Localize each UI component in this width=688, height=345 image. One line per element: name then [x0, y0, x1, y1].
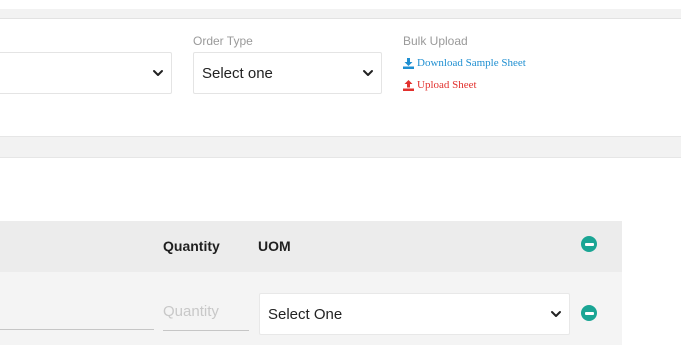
order-type-label: Order Type: [193, 34, 253, 48]
bulk-upload-label: Bulk Upload: [403, 34, 468, 48]
order-type-select[interactable]: Select one: [193, 52, 382, 94]
quantity-header: Quantity: [163, 238, 220, 254]
section-divider-band: [0, 136, 681, 158]
top-band: [0, 9, 681, 19]
table-header: Quantity UOM: [0, 221, 622, 272]
download-sample-sheet-text: Download Sample Sheet: [417, 57, 526, 69]
quantity-placeholder: Quantity: [163, 303, 219, 320]
chevron-down-icon: [151, 66, 165, 80]
upload-sheet-text: Upload Sheet: [417, 79, 477, 91]
remove-row-minus-circle-icon[interactable]: [581, 305, 597, 321]
chevron-down-icon: [361, 66, 375, 80]
uom-select[interactable]: Select One: [259, 293, 570, 335]
download-sample-sheet-link[interactable]: Download Sample Sheet: [403, 57, 526, 69]
upload-sheet-link[interactable]: Upload Sheet: [403, 79, 477, 91]
item-name-input[interactable]: [0, 329, 154, 330]
quantity-input[interactable]: Quantity: [163, 303, 249, 331]
left-select[interactable]: [0, 52, 172, 94]
chevron-down-icon: [549, 307, 563, 321]
order-type-value: Select one: [202, 64, 273, 82]
remove-all-minus-circle-icon[interactable]: [581, 236, 597, 252]
upload-icon: [403, 79, 414, 91]
uom-select-value: Select One: [268, 305, 343, 323]
uom-header: UOM: [258, 238, 291, 254]
download-icon: [403, 57, 414, 69]
right-edge: [681, 0, 688, 345]
